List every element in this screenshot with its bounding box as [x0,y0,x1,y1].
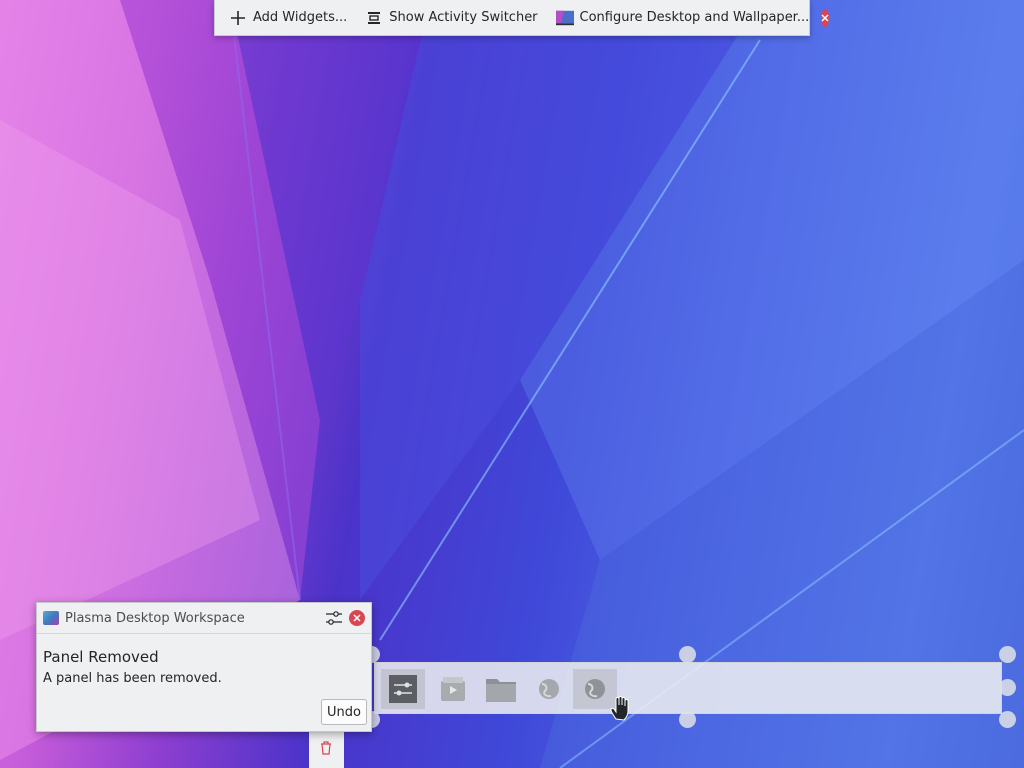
notification-header: Plasma Desktop Workspace [37,603,371,634]
notification-body: A panel has been removed. [43,671,222,686]
task-file-manager[interactable] [479,669,523,709]
show-activity-switcher-button[interactable]: Show Activity Switcher [359,4,543,32]
panel-handle-right-top[interactable] [999,646,1016,663]
close-icon [353,614,361,622]
system-settings-icon [389,675,417,703]
plasma-app-icon [43,611,59,625]
notification-title: Panel Removed [43,648,159,666]
panel-handle-mid-bottom[interactable] [679,711,696,728]
close-icon [821,13,829,22]
hand-cursor-icon [610,696,629,721]
add-widgets-label: Add Widgets... [253,10,348,25]
task-software-center[interactable] [431,669,475,709]
notification-app-name: Plasma Desktop Workspace [65,610,245,626]
software-center-icon [441,677,465,701]
web-browser-icon [539,679,559,699]
activities-icon [365,9,383,27]
trash-icon[interactable] [318,740,334,756]
web-browser-icon [585,679,605,699]
desktop-toolbar: Add Widgets... Show Activity Switcher Co… [214,0,830,36]
panel-handle-right-bottom[interactable] [999,711,1016,728]
notification-popup: Plasma Desktop Workspace Panel Removed A… [36,602,372,732]
panel-handle-mid-top[interactable] [679,646,696,663]
folder-icon [486,679,516,702]
notification-configure-icon[interactable] [325,609,343,627]
notification-close-button[interactable] [349,610,365,626]
task-system-settings[interactable] [381,669,425,709]
add-widgets-button[interactable]: Add Widgets... [223,4,353,32]
ghost-panel[interactable] [374,662,1002,714]
plus-icon [229,9,247,27]
close-toolbox-button[interactable] [821,8,830,27]
configure-desktop-label: Configure Desktop and Wallpaper... [579,10,810,25]
configure-desktop-button[interactable]: Configure Desktop and Wallpaper... [550,4,816,32]
undo-button[interactable]: Undo [321,699,367,725]
activity-switcher-label: Show Activity Switcher [389,10,538,25]
panel-handle-right-mid[interactable] [999,679,1016,696]
task-web-browser-1[interactable] [527,669,571,709]
wallpaper-icon [555,9,574,27]
